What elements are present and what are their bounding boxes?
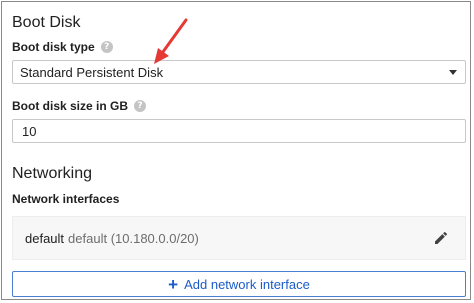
annotation-arrow-icon xyxy=(154,18,188,64)
network-interface-detail: default (10.180.0.0/20) xyxy=(68,230,199,246)
boot-disk-section-title: Boot Disk xyxy=(12,14,81,31)
networking-section-title: Networking xyxy=(12,165,93,182)
add-network-interface-button[interactable]: + Add network interface xyxy=(12,271,466,297)
boot-disk-type-value: Standard Persistent Disk xyxy=(20,64,164,80)
network-interface-item[interactable]: default default (10.180.0.0/20) xyxy=(12,216,466,260)
boot-disk-type-label: Boot disk type ? xyxy=(12,40,113,54)
add-network-interface-label: Add network interface xyxy=(184,276,310,292)
network-interfaces-label: Network interfaces xyxy=(12,192,119,206)
pencil-icon[interactable] xyxy=(433,230,449,246)
boot-disk-type-label-text: Boot disk type xyxy=(12,40,95,54)
plus-icon: + xyxy=(168,274,179,294)
boot-disk-size-value: 10 xyxy=(22,123,37,139)
network-interfaces-label-text: Network interfaces xyxy=(12,192,120,206)
chevron-down-icon xyxy=(449,70,457,75)
network-interface-name: default xyxy=(25,230,65,246)
boot-disk-type-select[interactable]: Standard Persistent Disk xyxy=(12,60,466,84)
boot-disk-size-input[interactable]: 10 xyxy=(12,119,466,143)
boot-disk-size-label-text: Boot disk size in GB xyxy=(12,99,129,113)
help-icon[interactable]: ? xyxy=(100,41,113,53)
boot-disk-size-label: Boot disk size in GB ? xyxy=(12,99,147,113)
vm-settings-panel: Boot Disk Boot disk type ? Standard Pers… xyxy=(1,1,471,300)
help-icon[interactable]: ? xyxy=(134,100,147,112)
